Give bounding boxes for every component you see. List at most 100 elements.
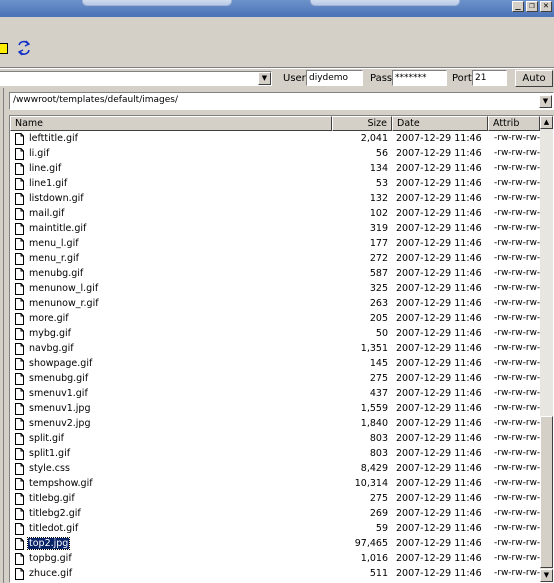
file-name: li.gif (29, 148, 50, 159)
column-header-size[interactable]: Size (332, 116, 392, 131)
path-dropdown-arrow-icon[interactable]: ▼ (539, 95, 552, 108)
port-field[interactable]: 21 (472, 70, 507, 86)
table-row[interactable]: smenuv1.jpg 1,559 2007-12-29 11:46 -rw-rw-r… (10, 402, 540, 417)
table-row[interactable]: menu_r.gif 272 2007-12-29 11:46 -rw-rw-rw- (10, 252, 540, 267)
table-row[interactable]: zhuce.gif 511 2007-12-29 11:46 -rw-rw-rw- (10, 567, 540, 582)
vertical-scrollbar[interactable]: ▲ ▼ (540, 116, 553, 582)
file-date: 2007-12-29 11:46 (396, 568, 482, 579)
table-row[interactable]: smenuv2.jpg 1,840 2007-12-29 11:46 -rw-rw-r… (10, 417, 540, 432)
file-size: 269 (369, 508, 388, 519)
title-decoration-left (82, 0, 232, 6)
file-size: 319 (369, 223, 388, 234)
user-field[interactable]: diydemo (306, 70, 363, 86)
table-row[interactable]: maintitle.gif 319 2007-12-29 11:46 -rw-rw-r… (10, 222, 540, 237)
file-name: top2.jpg (26, 537, 71, 550)
table-row[interactable]: more.gif 205 2007-12-29 11:46 -rw-rw-rw- (10, 312, 540, 327)
file-attrib: -rw-rw-rw- (494, 418, 541, 428)
minimize-button[interactable]: _ (512, 1, 524, 12)
file-name: listdown.gif (29, 193, 84, 204)
table-row[interactable]: mybg.gif 50 2007-12-29 11:46 -rw-rw-rw- (10, 327, 540, 342)
file-attrib: -rw-rw-rw- (494, 343, 541, 353)
port-label: Port (452, 73, 472, 84)
file-list[interactable]: Name Size Date Attrib lefttitle.gif 2,041… (9, 115, 554, 583)
file-size: 177 (369, 238, 388, 249)
table-row[interactable]: mail.gif 102 2007-12-29 11:46 -rw-rw-rw- (10, 207, 540, 222)
file-name: menu_l.gif (29, 238, 79, 249)
table-row[interactable]: topbg.gif 1,016 2007-12-29 11:46 -rw-rw-rw- (10, 552, 540, 567)
file-attrib: -rw-rw-rw- (494, 403, 541, 413)
file-icon (15, 568, 24, 580)
file-date: 2007-12-29 11:46 (396, 163, 482, 174)
table-row[interactable]: listdown.gif 132 2007-12-29 11:46 -rw-rw-rw… (10, 192, 540, 207)
file-size: 10,314 (354, 478, 388, 489)
file-attrib: -rw-rw-rw- (494, 373, 541, 383)
file-size: 50 (375, 328, 388, 339)
file-attrib: -rw-rw-rw- (494, 448, 541, 458)
scroll-up-arrow-icon[interactable]: ▲ (540, 116, 553, 129)
file-icon (15, 208, 24, 220)
column-header-date[interactable]: Date (392, 116, 488, 131)
table-row[interactable]: split.gif 803 2007-12-29 11:46 -rw-rw-rw- (10, 432, 540, 447)
password-field[interactable]: ******* (392, 70, 447, 86)
file-icon (15, 373, 24, 385)
file-name: split.gif (29, 433, 65, 444)
file-name: smenuv1.jpg (29, 403, 91, 414)
table-row[interactable]: menunow_r.gif 263 2007-12-29 11:46 -rw-rw-r… (10, 297, 540, 312)
table-row[interactable]: showpage.gif 145 2007-12-29 11:46 -rw-rw-rw… (10, 357, 540, 372)
table-row[interactable]: smenubg.gif 275 2007-12-29 11:46 -rw-rw-rw- (10, 372, 540, 387)
table-row[interactable]: menubg.gif 587 2007-12-29 11:46 -rw-rw-rw- (10, 267, 540, 282)
table-row[interactable]: smenuv1.gif 437 2007-12-29 11:46 -rw-rw-rw- (10, 387, 540, 402)
restore-button[interactable]: ❐ (526, 1, 538, 12)
table-row[interactable]: line.gif 134 2007-12-29 11:46 -rw-rw-rw- (10, 162, 540, 177)
file-name: tempshow.gif (29, 478, 93, 489)
table-row[interactable]: style.css 8,429 2007-12-29 11:46 -rw-rw-rw- (10, 462, 540, 477)
file-attrib: -rw-rw-rw- (494, 538, 541, 548)
file-size: 102 (369, 208, 388, 219)
table-row[interactable]: split1.gif 803 2007-12-29 11:46 -rw-rw-rw- (10, 447, 540, 462)
table-row[interactable]: top2.jpg 97,465 2007-12-29 11:46 -rw-rw-rw- (10, 537, 540, 552)
file-icon (15, 538, 24, 550)
file-date: 2007-12-29 11:46 (396, 373, 482, 384)
file-size: 803 (369, 433, 388, 444)
table-row[interactable]: lefttitle.gif 2,041 2007-12-29 11:46 -rw-rw… (10, 132, 540, 147)
file-size: 59 (375, 523, 388, 534)
file-date: 2007-12-29 11:46 (396, 478, 482, 489)
file-name: mail.gif (29, 208, 65, 219)
table-row[interactable]: titlebg2.gif 269 2007-12-29 11:46 -rw-rw-rw… (10, 507, 540, 522)
auto-button[interactable]: Auto (515, 70, 553, 87)
file-name: menunow_l.gif (29, 283, 99, 294)
table-row[interactable]: tempshow.gif 10,314 2007-12-29 11:46 -rw-rw… (10, 477, 540, 492)
path-combo[interactable]: /wwwroot/templates/default/images/ ▼ (9, 92, 554, 110)
host-dropdown-arrow-icon[interactable]: ▼ (258, 72, 271, 85)
file-date: 2007-12-29 11:46 (396, 448, 482, 459)
close-button[interactable]: ✕ (540, 1, 552, 12)
file-icon (15, 223, 24, 235)
file-date: 2007-12-29 11:46 (396, 343, 482, 354)
pass-label: Pass (370, 73, 393, 84)
table-row[interactable]: line1.gif 53 2007-12-29 11:46 -rw-rw-rw- (10, 177, 540, 192)
table-row[interactable]: navbg.gif 1,351 2007-12-29 11:46 -rw-rw-rw- (10, 342, 540, 357)
file-size: 275 (369, 493, 388, 504)
scroll-thumb[interactable] (540, 416, 553, 568)
scroll-down-arrow-icon[interactable]: ▼ (540, 569, 553, 582)
file-size: 803 (369, 448, 388, 459)
file-attrib: -rw-rw-rw- (494, 553, 541, 563)
column-header-name[interactable]: Name (10, 116, 332, 131)
file-attrib: -rw-rw-rw- (494, 253, 541, 263)
column-header-attrib[interactable]: Attrib (488, 116, 540, 131)
file-icon (15, 403, 24, 415)
file-attrib: -rw-rw-rw- (494, 298, 541, 308)
file-icon (15, 508, 24, 520)
table-row[interactable]: menunow_l.gif 325 2007-12-29 11:46 -rw-rw-r… (10, 282, 540, 297)
file-name: titledot.gif (29, 523, 79, 534)
table-row[interactable]: titlebg.gif 275 2007-12-29 11:46 -rw-rw-rw- (10, 492, 540, 507)
folder-icon[interactable] (0, 43, 8, 54)
file-name: menubg.gif (29, 268, 84, 279)
refresh-icon[interactable] (15, 40, 33, 56)
table-row[interactable]: titledot.gif 59 2007-12-29 11:46 -rw-rw-rw- (10, 522, 540, 537)
host-combo[interactable]: ▼ (0, 71, 272, 86)
file-size: 134 (369, 163, 388, 174)
table-row[interactable]: menu_l.gif 177 2007-12-29 11:46 -rw-rw-rw- (10, 237, 540, 252)
table-row[interactable]: li.gif 56 2007-12-29 11:46 -rw-rw-rw- (10, 147, 540, 162)
title-decoration-right (310, 0, 460, 6)
